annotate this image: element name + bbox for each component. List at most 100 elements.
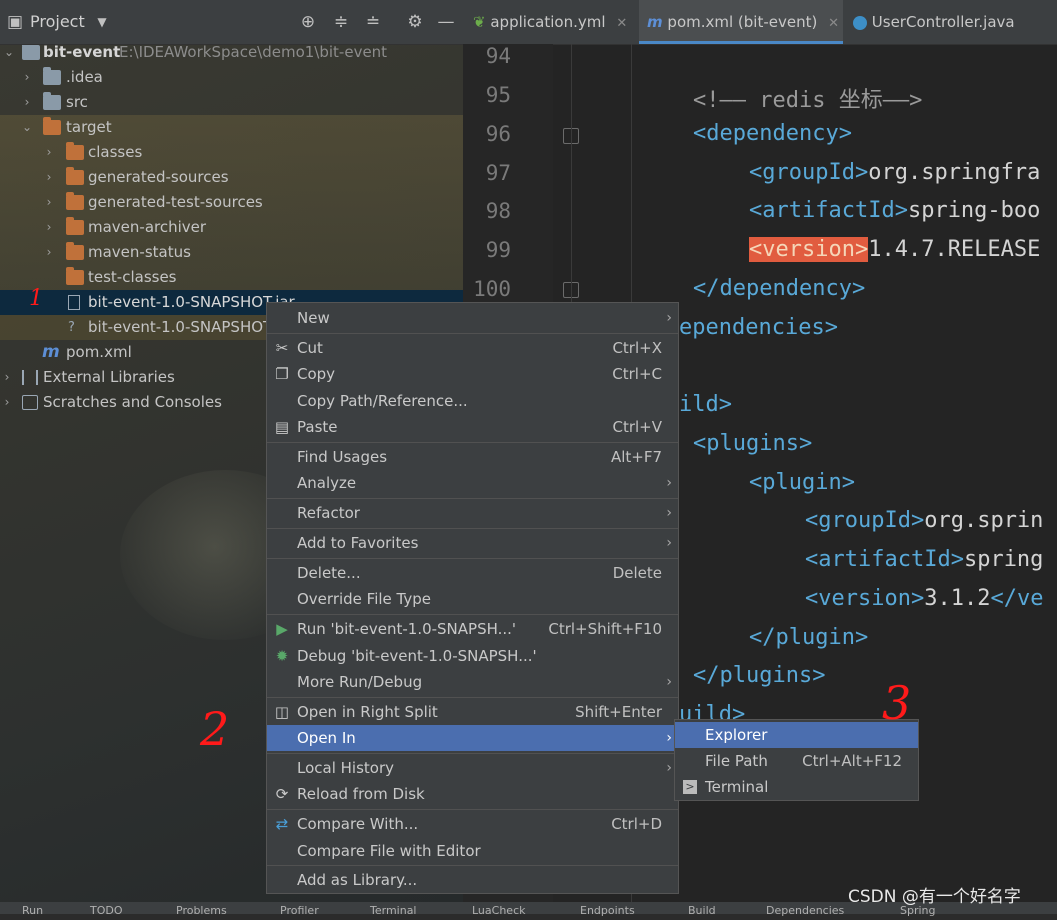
menu-item-more-run-debug[interactable]: More Run/Debug ›	[267, 669, 678, 695]
code-comment[interactable]: <!—— redis 坐标——>	[693, 82, 922, 114]
code-line-105[interactable]: <plugin>	[749, 470, 855, 495]
folder-icon	[66, 267, 84, 285]
tree-item-label: bit-event-1.0-SNAPSHOT.jar	[88, 293, 295, 311]
collapse-all-icon[interactable]: ≐	[363, 12, 383, 32]
chevron-right-icon[interactable]: ›	[0, 390, 14, 415]
close-icon[interactable]: ✕	[828, 16, 839, 31]
tree-item-generated-sources[interactable]: › generated-sources	[0, 165, 463, 190]
menu-item-run[interactable]: ▶ Run 'bit-event-1.0-SNAPSH...' Ctrl+Shift…	[267, 616, 678, 642]
chevron-down-icon[interactable]: ▼	[92, 12, 112, 32]
toolwindow-luacheck[interactable]: LuaCheck	[472, 902, 526, 920]
toolwindow-problems[interactable]: Problems	[176, 902, 227, 920]
menu-item-open-in[interactable]: Open In ›	[267, 725, 678, 751]
chevron-right-icon[interactable]: ›	[20, 65, 34, 90]
toolwindow-dependencies[interactable]: Dependencies	[766, 902, 844, 920]
chevron-right-icon[interactable]: ›	[42, 140, 56, 165]
menu-item-compare-file-with-editor[interactable]: Compare File with Editor	[267, 838, 678, 864]
submenu-item-terminal[interactable]: > Terminal	[675, 774, 918, 800]
clipboard-icon: ▤	[274, 418, 290, 436]
code-line-100[interactable]: </dependency>	[693, 276, 865, 301]
menu-item-compare-with[interactable]: ⇄ Compare With... Ctrl+D	[267, 811, 678, 837]
tree-item-label: .idea	[66, 68, 103, 86]
tab-pom-xml[interactable]: m pom.xml (bit-event) ✕	[639, 0, 843, 44]
code-line-104[interactable]: <plugins>	[693, 431, 812, 456]
menu-item-analyze[interactable]: Analyze ›	[267, 470, 678, 496]
toolwindow-endpoints[interactable]: Endpoints	[580, 902, 635, 920]
menu-item-add-as-library[interactable]: Add as Library...	[267, 867, 678, 893]
hide-panel-icon[interactable]: —	[436, 12, 456, 32]
project-view-icon[interactable]: ▣	[5, 12, 25, 32]
menu-item-copy-path[interactable]: Copy Path/Reference...	[267, 388, 678, 414]
tree-item-classes[interactable]: › classes	[0, 140, 463, 165]
menu-item-find-usages[interactable]: Find Usages Alt+F7	[267, 444, 678, 470]
code-line-110[interactable]: </plugins>	[693, 663, 825, 688]
menu-item-debug[interactable]: ✹ Debug 'bit-event-1.0-SNAPSH...'	[267, 643, 678, 669]
code-line-109[interactable]: </plugin>	[749, 625, 868, 650]
line-number: 99	[485, 238, 511, 262]
compare-icon: ⇄	[275, 815, 289, 833]
menu-item-copy[interactable]: ❐ Copy Ctrl+C	[267, 361, 678, 387]
menu-item-local-history[interactable]: Local History ›	[267, 755, 678, 781]
tree-item-label: src	[66, 93, 88, 111]
tab-usercontroller-java[interactable]: UserController.java	[853, 0, 1057, 44]
tree-item-test-classes[interactable]: test-classes	[0, 265, 463, 290]
chevron-right-icon[interactable]: ›	[42, 165, 56, 190]
toolwindow-run[interactable]: Run	[22, 902, 43, 920]
chevron-right-icon: ›	[666, 475, 672, 491]
chevron-right-icon[interactable]: ›	[42, 215, 56, 240]
reload-icon: ⟳	[275, 785, 289, 803]
select-opened-file-icon[interactable]: ⊕	[298, 12, 318, 32]
gear-icon[interactable]: ⚙	[405, 12, 425, 32]
code-line-107[interactable]: <artifactId>spring	[805, 547, 1043, 572]
menu-item-new[interactable]: New ›	[267, 305, 678, 331]
submenu-item-file-path[interactable]: File Path Ctrl+Alt+F12	[675, 748, 918, 774]
tree-item-idea[interactable]: › .idea	[0, 65, 463, 90]
menu-separator	[267, 865, 678, 866]
menu-item-add-to-favorites[interactable]: Add to Favorites ›	[267, 530, 678, 556]
spring-leaf-icon: ❦	[473, 13, 486, 31]
close-icon[interactable]: ✕	[616, 16, 627, 31]
menu-item-override-file-type[interactable]: Override File Type	[267, 586, 678, 612]
toolwindow-terminal[interactable]: Terminal	[370, 902, 417, 920]
menu-item-refactor[interactable]: Refactor ›	[267, 500, 678, 526]
debug-icon: ✹	[275, 647, 289, 665]
toolwindow-todo[interactable]: TODO	[90, 902, 123, 920]
tree-item-target[interactable]: ⌄ target	[0, 115, 463, 140]
menu-separator	[267, 809, 678, 810]
chevron-right-icon[interactable]: ›	[0, 365, 14, 390]
tree-item-src[interactable]: › src	[0, 90, 463, 115]
chevron-right-icon: ›	[666, 730, 672, 746]
expand-all-icon[interactable]: ≑	[331, 12, 351, 32]
code-line-97[interactable]: <groupId>org.springfra	[749, 160, 1040, 185]
jar-file-icon	[68, 295, 80, 310]
indent-guide	[571, 44, 572, 304]
chevron-right-icon[interactable]: ›	[42, 190, 56, 215]
code-line-103[interactable]: ild>	[679, 392, 732, 417]
code-line-98[interactable]: <artifactId>spring-boo	[749, 198, 1040, 223]
tree-item-maven-archiver[interactable]: › maven-archiver	[0, 215, 463, 240]
menu-item-delete[interactable]: Delete... Delete	[267, 560, 678, 586]
chevron-right-icon[interactable]: ›	[20, 90, 34, 115]
code-line-99[interactable]: <version>1.4.7.RELEASE	[749, 237, 1040, 262]
line-number: 98	[485, 199, 511, 223]
tab-application-yml[interactable]: ❦ application.yml ✕	[473, 0, 638, 44]
chevron-down-icon[interactable]: ⌄	[20, 115, 34, 140]
code-line-106[interactable]: <groupId>org.sprin	[805, 508, 1043, 533]
code-line-101[interactable]: ependencies>	[679, 315, 838, 340]
tree-item-generated-test-sources[interactable]: › generated-test-sources	[0, 190, 463, 215]
library-icon	[22, 370, 38, 385]
menu-item-open-in-right-split[interactable]: ◫ Open in Right Split Shift+Enter	[267, 699, 678, 725]
chevron-right-icon[interactable]: ›	[42, 240, 56, 265]
menu-item-cut[interactable]: ✂ Cut Ctrl+X	[267, 335, 678, 361]
menu-item-paste[interactable]: ▤ Paste Ctrl+V	[267, 414, 678, 440]
folder-icon	[66, 167, 84, 185]
tree-item-maven-status[interactable]: › maven-status	[0, 240, 463, 265]
toolwindow-build[interactable]: Build	[688, 902, 716, 920]
project-view-selector[interactable]: Project	[30, 12, 85, 31]
menu-item-reload-from-disk[interactable]: ⟳ Reload from Disk	[267, 781, 678, 807]
toolwindow-profiler[interactable]: Profiler	[280, 902, 319, 920]
line-number: 97	[485, 161, 511, 185]
code-line-96[interactable]: <dependency>	[693, 121, 852, 146]
tree-item-label: maven-archiver	[88, 218, 207, 236]
code-line-108[interactable]: <version>3.1.2</ve	[805, 586, 1043, 611]
